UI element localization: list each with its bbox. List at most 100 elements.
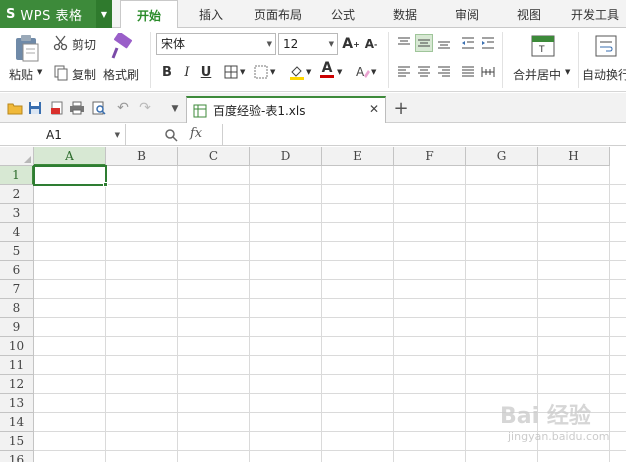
chevron-down-icon[interactable]: ▼ [115,124,120,146]
row-gridline [34,355,626,356]
bold-button[interactable]: B [158,63,176,81]
new-tab-icon[interactable]: + [392,98,410,119]
open-folder-icon[interactable] [6,99,24,117]
close-icon[interactable]: ✕ [369,102,379,116]
customize-toolbar-icon[interactable]: ▼ [166,100,184,118]
app-menu-button[interactable]: S WPS 表格 ▼ [0,0,112,28]
increase-indent-icon[interactable] [479,34,497,52]
column-header-g[interactable]: G [466,147,538,166]
column-header-h[interactable]: H [538,147,610,166]
copy-icon[interactable] [52,64,70,82]
chevron-down-icon: ▼ [266,40,272,48]
row-header-10[interactable]: 10 [0,337,34,356]
row-header-4[interactable]: 4 [0,223,34,242]
paste-icon[interactable] [10,32,44,64]
font-color-icon[interactable]: A [318,61,336,79]
tab-view[interactable]: 视图 [506,0,552,28]
column-gridline [393,166,394,462]
row-header-5[interactable]: 5 [0,242,34,261]
row-header-3[interactable]: 3 [0,204,34,223]
cell-shading-icon[interactable] [252,63,270,81]
chevron-down-icon[interactable]: ▼ [371,68,376,76]
format-painter-icon[interactable] [108,32,136,62]
document-tab[interactable]: 百度经验-表1.xls ✕ [186,96,386,123]
chevron-down-icon[interactable]: ▼ [270,68,275,76]
chevron-down-icon[interactable]: ▼ [240,68,245,76]
align-bottom-icon[interactable] [435,34,453,52]
column-header-f[interactable]: F [394,147,466,166]
save-icon[interactable] [26,99,44,117]
cut-button[interactable]: 剪切 [72,36,96,53]
paste-dropdown-icon[interactable]: ▼ [37,68,42,76]
print-icon[interactable] [68,99,86,117]
underline-button[interactable]: U [197,63,215,81]
chevron-down-icon[interactable]: ▼ [306,68,311,76]
row-header-2[interactable]: 2 [0,185,34,204]
row-header-9[interactable]: 9 [0,318,34,337]
italic-button[interactable]: I [178,63,196,81]
zoom-search-icon[interactable] [162,126,180,144]
column-header-d[interactable]: D [250,147,322,166]
select-all-corner[interactable] [0,147,34,166]
merge-center-icon[interactable]: T [530,34,556,58]
column-header-e[interactable]: E [322,147,394,166]
spreadsheet-file-icon [193,104,207,118]
wrap-text-button[interactable]: 自动换行 [582,66,626,83]
chevron-down-icon[interactable]: ▼ [337,68,342,76]
font-name-select[interactable]: 宋体 ▼ [156,33,276,55]
fill-handle[interactable] [103,182,108,187]
export-pdf-icon[interactable] [48,99,66,117]
row-header-14[interactable]: 14 [0,413,34,432]
column-header-b[interactable]: B [106,147,178,166]
row-header-11[interactable]: 11 [0,356,34,375]
tab-formulas[interactable]: 公式 [320,0,366,28]
merge-center-button[interactable]: 合并居中 [513,66,561,83]
row-header-8[interactable]: 8 [0,299,34,318]
chevron-down-icon[interactable]: ▼ [565,68,570,76]
justify-icon[interactable] [459,63,477,81]
undo-icon[interactable]: ↶ [114,99,132,117]
align-middle-icon[interactable] [415,34,433,52]
increase-font-icon[interactable]: A + [342,35,360,53]
fill-color-icon[interactable] [288,63,306,81]
decrease-indent-icon[interactable] [459,34,477,52]
redo-icon[interactable]: ↷ [136,99,154,117]
tab-developer[interactable]: 开发工具 [564,0,626,28]
row-header-13[interactable]: 13 [0,394,34,413]
borders-icon[interactable] [222,63,240,81]
formula-input[interactable] [222,124,626,146]
row-header-7[interactable]: 7 [0,280,34,299]
chevron-down-icon[interactable]: ▼ [96,0,112,28]
tab-data[interactable]: 数据 [382,0,428,28]
tab-home[interactable]: 开始 [120,0,178,29]
print-preview-icon[interactable] [90,99,108,117]
active-cell[interactable] [33,165,107,186]
scissors-icon[interactable] [52,34,70,52]
watermark-url: jingyan.baidu.com [508,430,610,443]
align-center-icon[interactable] [415,63,433,81]
column-header-c[interactable]: C [178,147,250,166]
tab-review[interactable]: 审阅 [444,0,490,28]
format-painter-button[interactable]: 格式刷 [103,66,139,83]
row-header-6[interactable]: 6 [0,261,34,280]
name-box[interactable]: A1 ▼ [0,124,126,146]
wrap-text-icon[interactable] [594,34,618,58]
tab-insert[interactable]: 插入 [186,0,236,28]
row-header-15[interactable]: 15 [0,432,34,451]
align-left-icon[interactable] [395,63,413,81]
row-header-12[interactable]: 12 [0,375,34,394]
align-right-icon[interactable] [435,63,453,81]
row-header-1[interactable]: 1 [0,166,34,185]
decrease-font-icon[interactable]: A- [362,35,380,53]
distributed-align-icon[interactable] [479,63,497,81]
column-header-a[interactable]: A [34,147,106,166]
tab-page-layout[interactable]: 页面布局 [246,0,310,28]
font-size-select[interactable]: 12 ▼ [278,33,338,55]
align-top-icon[interactable] [395,34,413,52]
clear-format-icon[interactable]: A [354,63,372,81]
insert-function-button[interactable]: fx [190,126,202,141]
copy-button[interactable]: 复制 [72,66,96,83]
paste-button[interactable]: 粘贴 [9,66,33,83]
column-gridline [105,166,106,462]
row-header-16[interactable]: 16 [0,451,34,462]
